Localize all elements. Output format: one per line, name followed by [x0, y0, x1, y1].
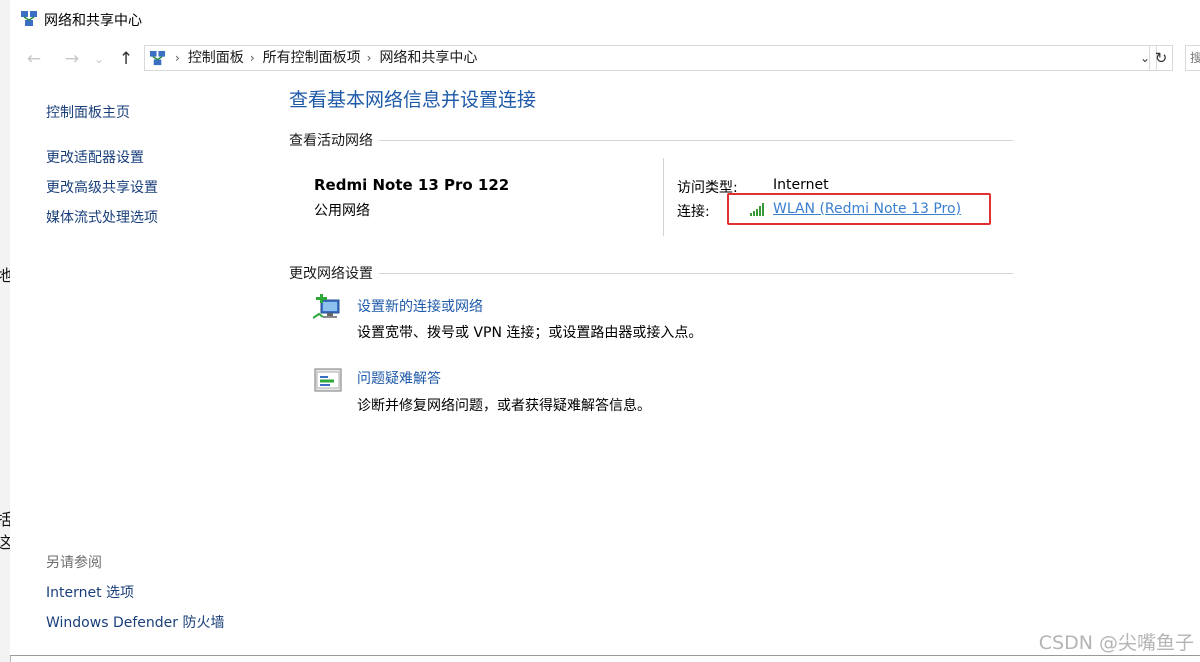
- search-box[interactable]: 搜: [1185, 45, 1200, 71]
- see-also-label: 另请参阅: [46, 555, 102, 571]
- forward-button[interactable]: →: [60, 46, 84, 72]
- breadcrumb-separator-icon[interactable]: ›: [175, 51, 180, 65]
- refresh-button[interactable]: ↻: [1149, 45, 1173, 71]
- up-button[interactable]: ↑: [114, 46, 138, 72]
- watermark: CSDN @尖嘴鱼子: [1038, 632, 1194, 654]
- breadcrumb-all-items[interactable]: 所有控制面板项: [263, 50, 361, 66]
- breadcrumb-control-panel[interactable]: 控制面板: [188, 50, 244, 66]
- control-panel-home-link[interactable]: 控制面板主页: [46, 102, 130, 122]
- breadcrumb-separator-icon[interactable]: ›: [250, 51, 255, 65]
- breadcrumb-separator-icon[interactable]: ›: [367, 51, 372, 65]
- media-streaming-options-link[interactable]: 媒体流式处理选项: [46, 207, 158, 227]
- network-center-icon: [149, 50, 166, 66]
- section-divider: [289, 273, 1013, 274]
- change-advanced-sharing-link[interactable]: 更改高级共享设置: [46, 177, 158, 197]
- vertical-divider: [663, 158, 664, 236]
- setup-new-connection-description: 设置宽带、拨号或 VPN 连接；或设置路由器或接入点。: [357, 325, 703, 341]
- network-sharing-center-window: 网络和共享中心 ← → ⌄ ↑ › 控制面板 › 所有控制面板项 › 网络和共享中心 ⌄ …: [10, 0, 1200, 656]
- network-center-icon: [21, 11, 37, 26]
- recent-locations-button[interactable]: ⌄: [90, 46, 108, 72]
- breadcrumb-network-center[interactable]: 网络和共享中心: [379, 50, 477, 66]
- setup-new-connection-link[interactable]: 设置新的连接或网络: [357, 296, 483, 316]
- active-networks-label: 查看活动网络: [289, 130, 379, 150]
- troubleshoot-icon: [314, 368, 342, 392]
- windows-defender-firewall-link[interactable]: Windows Defender 防火墙: [46, 612, 224, 632]
- address-bar[interactable]: › 控制面板 › 所有控制面板项 › 网络和共享中心 ⌄: [144, 45, 1157, 71]
- troubleshoot-description: 诊断并修复网络问题，或者获得疑难解答信息。: [357, 398, 651, 414]
- highlight-box: [727, 193, 991, 225]
- page-title: 查看基本网络信息并设置连接: [289, 89, 537, 111]
- title-bar[interactable]: 网络和共享中心: [10, 0, 1200, 38]
- network-category: 公用网络: [314, 203, 370, 219]
- new-connection-icon: [313, 294, 340, 319]
- window-title: 网络和共享中心: [44, 13, 142, 29]
- network-name: Redmi Note 13 Pro 122: [314, 176, 510, 194]
- back-button[interactable]: ←: [22, 46, 46, 72]
- breadcrumb: › 控制面板 › 所有控制面板项 › 网络和共享中心: [169, 46, 477, 70]
- change-adapter-settings-link[interactable]: 更改适配器设置: [46, 147, 144, 167]
- connection-label: 连接:: [677, 204, 710, 220]
- change-settings-label: 更改网络设置: [289, 263, 379, 283]
- section-divider: [289, 140, 1013, 141]
- access-type-value: Internet: [773, 177, 829, 193]
- internet-options-link[interactable]: Internet 选项: [46, 582, 134, 602]
- troubleshoot-link[interactable]: 问题疑难解答: [357, 368, 441, 388]
